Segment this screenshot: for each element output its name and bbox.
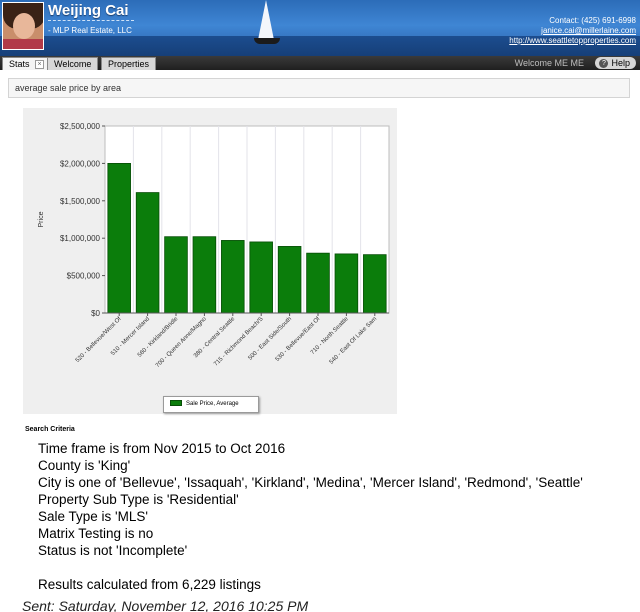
criteria-line: Time frame is from Nov 2015 to Oct 2016 bbox=[38, 441, 286, 456]
y-tick-label: $1,500,000 bbox=[60, 197, 101, 206]
bar bbox=[249, 241, 273, 314]
section-title: average sale price by area bbox=[15, 83, 122, 93]
tab-properties[interactable]: Properties bbox=[101, 57, 157, 70]
bar-chart: $0 $500,000 $1,000,000 $1,500,000 $2,000,000… bbox=[38, 122, 390, 369]
x-tick-label: 540 - East Of Lake Sam bbox=[329, 316, 379, 366]
contact-email-link[interactable]: janice.cai@millerlaine.com bbox=[509, 26, 636, 36]
x-tick-label: 520 - Bellevue/West Of bbox=[75, 316, 123, 364]
section-title-bar: average sale price by area bbox=[8, 78, 630, 98]
bar bbox=[164, 236, 188, 314]
x-tick-label: 715 - Richmond Beach/S bbox=[213, 316, 264, 367]
criteria-line: County is 'King' bbox=[38, 458, 131, 473]
chart-legend: Sale Price, Average bbox=[163, 396, 259, 413]
tab-welcome-label: Welcome bbox=[54, 59, 92, 69]
x-tick-label: 700 - Queen Anne/Magno bbox=[155, 316, 208, 369]
criteria-line: Property Sub Type is 'Residential' bbox=[38, 492, 239, 507]
bar bbox=[363, 254, 387, 314]
header-banner: Weijing Cai - MLP Real Estate, LLC Conta… bbox=[0, 0, 640, 56]
tab-stats-label: Stats bbox=[9, 59, 30, 69]
search-criteria-heading: Search Criteria bbox=[25, 426, 75, 433]
criteria-line: Status is not 'Incomplete' bbox=[38, 543, 188, 558]
y-tick-label: $0 bbox=[91, 309, 100, 318]
bar bbox=[306, 252, 330, 314]
bar bbox=[334, 253, 359, 314]
legend-swatch bbox=[170, 400, 182, 407]
help-label: Help bbox=[611, 58, 630, 68]
close-icon[interactable]: × bbox=[35, 60, 45, 70]
contact-block: Contact: (425) 691-6998 janice.cai@mille… bbox=[509, 16, 636, 46]
boat-hull-icon bbox=[254, 38, 280, 44]
sailboat-icon bbox=[258, 0, 274, 40]
tab-bar: Stats × Welcome Properties Welcome ME ME… bbox=[0, 56, 640, 70]
help-button[interactable]: ? Help bbox=[595, 57, 636, 69]
tab-stats[interactable]: Stats × bbox=[2, 57, 52, 70]
question-icon: ? bbox=[599, 59, 609, 69]
y-axis-title: Price bbox=[38, 211, 45, 227]
search-criteria-list: Time frame is from Nov 2015 to Oct 2016 … bbox=[38, 440, 598, 559]
tab-properties-label: Properties bbox=[108, 59, 150, 69]
contact-website-link[interactable]: http://www.seattletopproperties.com bbox=[509, 36, 636, 46]
name-divider bbox=[48, 20, 134, 21]
company-name: - MLP Real Estate, LLC bbox=[48, 26, 132, 35]
bar bbox=[192, 236, 217, 314]
bar bbox=[107, 163, 131, 314]
welcome-user-text: Welcome ME ME bbox=[514, 58, 584, 68]
results-count: Results calculated from 6,229 listings bbox=[38, 577, 261, 592]
agent-avatar bbox=[2, 2, 44, 50]
bar bbox=[277, 246, 302, 314]
y-tick-label: $1,000,000 bbox=[60, 234, 101, 243]
agent-name: Weijing Cai bbox=[48, 2, 129, 19]
bar bbox=[135, 192, 160, 314]
tab-welcome[interactable]: Welcome bbox=[47, 57, 99, 70]
legend-label: Sale Price, Average bbox=[186, 401, 239, 407]
bar bbox=[221, 240, 245, 314]
chart-panel: $0 $500,000 $1,000,000 $1,500,000 $2,000,000… bbox=[23, 108, 397, 414]
criteria-line: Matrix Testing is no bbox=[38, 526, 154, 541]
y-tick-label: $2,500,000 bbox=[60, 122, 101, 131]
sent-timestamp: Sent: Saturday, November 12, 2016 10:25 … bbox=[22, 598, 309, 612]
y-tick-label: $2,000,000 bbox=[60, 159, 101, 168]
contact-phone: Contact: (425) 691-6998 bbox=[549, 16, 636, 25]
y-tick-label: $500,000 bbox=[67, 272, 101, 281]
criteria-line: Sale Type is 'MLS' bbox=[38, 509, 148, 524]
criteria-line: City is one of 'Bellevue', 'Issaquah', '… bbox=[38, 475, 583, 490]
